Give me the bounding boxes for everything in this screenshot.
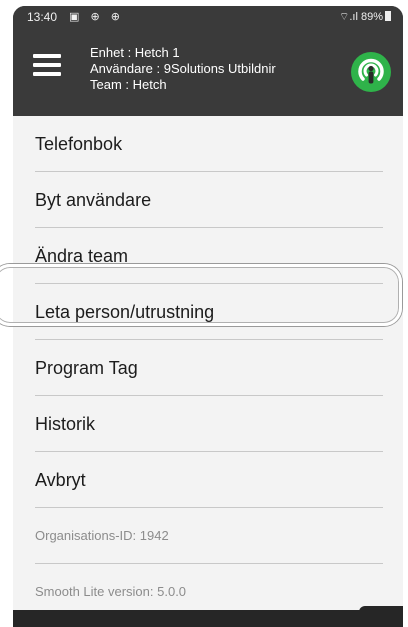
menu-item-label: Telefonbok xyxy=(35,134,123,154)
menu-item-telefonbok[interactable]: Telefonbok xyxy=(13,116,403,172)
phone-screen: 13:40 ▣ ⊕ ⊕ ⌔.ıl 89% Enhet : Hetch 1 Anv… xyxy=(13,6,403,627)
menu-icon[interactable] xyxy=(33,54,61,76)
header-info: Enhet : Hetch 1 Användare : 9Solutions U… xyxy=(90,45,352,93)
team-label: Team : Hetch xyxy=(90,77,167,92)
menu-item-label: Avbryt xyxy=(35,470,86,490)
person-locator-icon xyxy=(351,52,391,92)
menu-item-program-tag[interactable]: Program Tag xyxy=(13,340,403,396)
notification-icons: ▣ ⊕ ⊕ xyxy=(69,11,124,23)
organisation-id-item: Organisations-ID: 1942 xyxy=(13,508,403,564)
menu-item-label: Historik xyxy=(35,414,96,434)
menu-item-label: Ändra team xyxy=(35,246,129,266)
status-time: 13:40 xyxy=(27,10,58,24)
menu-item-label: Leta person/utrustning xyxy=(35,302,215,322)
menu-item-label: Program Tag xyxy=(35,358,138,378)
version-text: Smooth Lite version: 5.0.0 xyxy=(35,584,187,599)
menu-item-historik[interactable]: Historik xyxy=(13,396,403,452)
menu-item-avbryt[interactable]: Avbryt xyxy=(13,452,403,508)
app-header: Enhet : Hetch 1 Användare : 9Solutions U… xyxy=(13,28,403,116)
navigation-menu: Telefonbok Byt användare Ändra team Leta… xyxy=(13,116,403,627)
menu-item-leta-person-utrustning[interactable]: Leta person/utrustning xyxy=(13,284,403,340)
menu-item-andra-team[interactable]: Ändra team xyxy=(13,228,403,284)
user-label: Användare : 9Solutions Utbildnir xyxy=(90,61,276,76)
status-bar: 13:40 ▣ ⊕ ⊕ ⌔.ıl 89% xyxy=(13,6,403,28)
bottom-edge xyxy=(13,610,403,627)
battery-icon xyxy=(385,11,391,21)
menu-item-byt-anvandare[interactable]: Byt användare xyxy=(13,172,403,228)
menu-item-label: Byt användare xyxy=(35,190,152,210)
signal-battery-status: ⌔.ıl 89% xyxy=(339,10,391,24)
organisation-id-text: Organisations-ID: 1942 xyxy=(35,528,169,543)
signal-battery-text: ⌔.ıl 89% xyxy=(339,11,383,23)
unit-label: Enhet : Hetch 1 xyxy=(90,45,180,60)
